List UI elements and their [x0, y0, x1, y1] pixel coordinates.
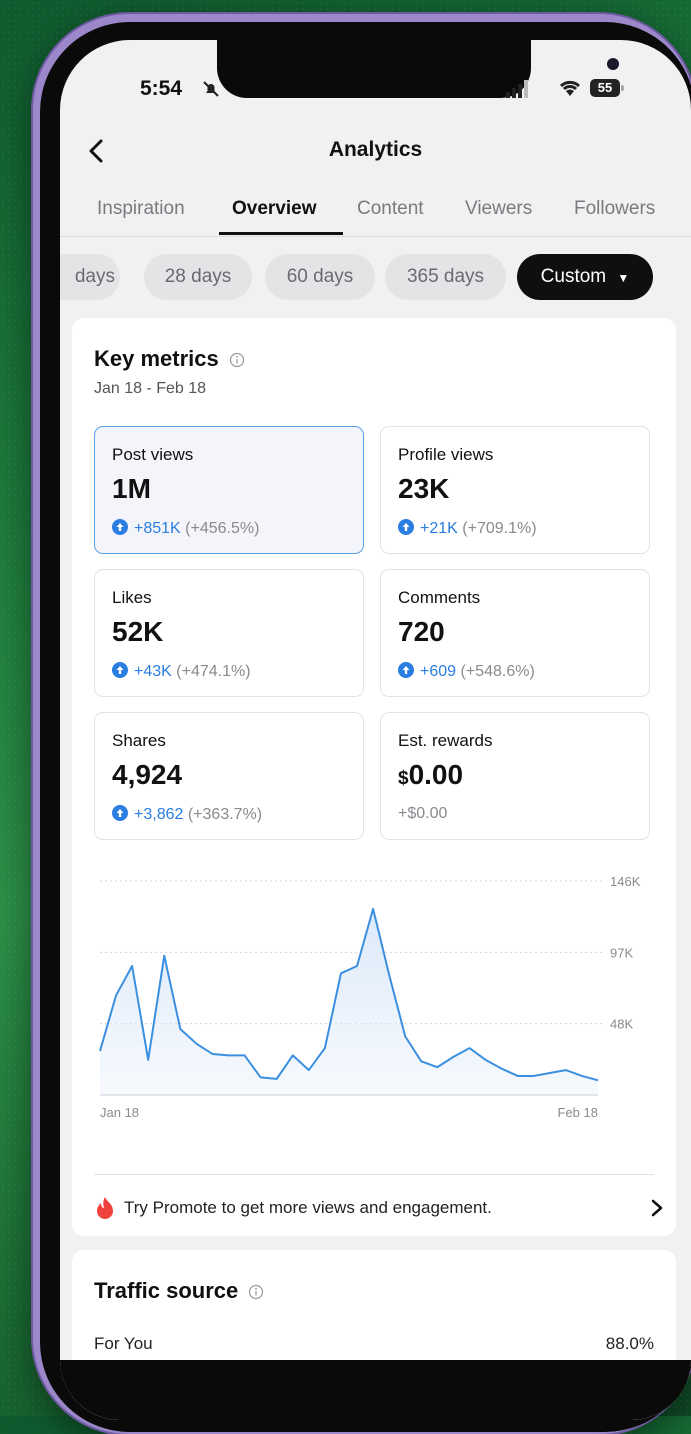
screen-bottom-bezel [60, 1360, 691, 1420]
promo-divider [94, 1174, 654, 1175]
metric-value: 1M [112, 473, 151, 505]
metric-label: Post views [112, 445, 193, 465]
arrow-up-circle-icon [112, 519, 128, 535]
info-icon[interactable] [248, 1284, 264, 1300]
metric-card-likes[interactable]: Likes 52K +43K (+474.1%) [94, 569, 364, 697]
tab-inspiration[interactable]: Inspiration [97, 198, 185, 220]
promote-text: Try Promote to get more views and engage… [124, 1198, 492, 1218]
status-time: 5:54 [140, 77, 182, 101]
chip-7-days[interactable]: days [60, 254, 120, 300]
tab-bar: Inspiration Overview Content Viewers Fol… [60, 190, 691, 234]
y-tick-label: 97K [610, 945, 633, 960]
battery-icon: 55 [590, 79, 624, 97]
arrow-up-circle-icon [112, 662, 128, 678]
traffic-source-title-text: Traffic source [94, 1278, 238, 1303]
metric-value-amount: 0.00 [409, 759, 464, 790]
currency-symbol: $ [398, 768, 409, 789]
metric-delta-value: +3,862 [134, 806, 183, 823]
chip-365-days[interactable]: 365 days [385, 254, 506, 300]
metric-delta: +21K (+709.1%) [398, 519, 537, 538]
traffic-source-row: For You 88.0% [94, 1334, 654, 1354]
metric-delta-value: +851K [134, 520, 181, 537]
post-views-chart: 146K 97K 48K Jan 18 Feb 18 [72, 863, 676, 1128]
tab-content[interactable]: Content [357, 198, 424, 220]
metric-label: Likes [112, 588, 152, 608]
info-icon[interactable] [229, 352, 245, 368]
wifi-icon [558, 78, 582, 98]
key-metrics-title-text: Key metrics [94, 346, 219, 371]
metric-value: 720 [398, 616, 445, 648]
battery-level: 55 [590, 79, 620, 97]
silent-bell-icon [202, 80, 220, 98]
active-tab-underline [219, 232, 343, 235]
caret-down-icon: ▼ [617, 271, 629, 285]
metric-card-shares[interactable]: Shares 4,924 +3,862 (+363.7%) [94, 712, 364, 840]
chip-28-days[interactable]: 28 days [144, 254, 252, 300]
page-title: Analytics [60, 138, 691, 162]
chip-60-days[interactable]: 60 days [265, 254, 375, 300]
metric-card-comments[interactable]: Comments 720 +609 (+548.6%) [380, 569, 650, 697]
x-tick-label: Jan 18 [100, 1105, 139, 1120]
tabs-divider [60, 236, 691, 237]
metric-delta: +851K (+456.5%) [112, 519, 259, 538]
promote-banner[interactable]: Try Promote to get more views and engage… [94, 1188, 664, 1232]
metric-label: Profile views [398, 445, 493, 465]
metric-delta: +609 (+548.6%) [398, 662, 535, 681]
metric-value: 52K [112, 616, 163, 648]
metric-delta: +$0.00 [398, 805, 447, 823]
metric-delta-pct: (+474.1%) [176, 663, 250, 680]
flame-icon [94, 1196, 116, 1220]
y-tick-label: 146K [610, 874, 641, 889]
metric-delta: +43K (+474.1%) [112, 662, 251, 681]
key-metrics-card: Key metrics Jan 18 - Feb 18 Post views 1… [72, 318, 676, 1236]
metric-value: 4,924 [112, 759, 182, 791]
arrow-up-circle-icon [398, 662, 414, 678]
metric-delta-pct: (+709.1%) [462, 520, 536, 537]
chevron-right-icon [650, 1198, 664, 1218]
metric-delta: +3,862 (+363.7%) [112, 805, 262, 824]
tab-followers[interactable]: Followers [574, 198, 655, 220]
date-range: Jan 18 - Feb 18 [94, 380, 206, 398]
metric-delta-pct: (+548.6%) [461, 663, 535, 680]
camera-icon [607, 58, 619, 70]
key-metrics-title: Key metrics [94, 346, 245, 372]
metric-delta-pct: (+456.5%) [185, 520, 259, 537]
metric-label: Est. rewards [398, 731, 492, 751]
metric-delta-pct: (+363.7%) [188, 806, 262, 823]
arrow-up-circle-icon [398, 519, 414, 535]
signal-icon [506, 80, 530, 98]
dynamic-island [217, 40, 531, 98]
chip-custom-label: Custom [541, 266, 606, 287]
phone-screen: 5:54 55 Analytics Inspiration Overview C… [60, 40, 691, 1420]
metric-value: $0.00 [398, 759, 463, 791]
metric-delta-value: +609 [420, 663, 456, 680]
x-tick-label: Feb 18 [558, 1105, 598, 1120]
arrow-up-circle-icon [112, 805, 128, 821]
metric-card-est-rewards[interactable]: Est. rewards $0.00 +$0.00 [380, 712, 650, 840]
metric-delta-value: +21K [420, 520, 458, 537]
metric-card-post-views[interactable]: Post views 1M +851K (+456.5%) [94, 426, 364, 554]
tab-viewers[interactable]: Viewers [465, 198, 532, 220]
metric-value: 23K [398, 473, 449, 505]
traffic-source-label: For You [94, 1334, 153, 1353]
metric-label: Comments [398, 588, 480, 608]
traffic-source-value: 88.0% [606, 1334, 654, 1354]
traffic-source-title: Traffic source [94, 1278, 264, 1304]
metric-card-profile-views[interactable]: Profile views 23K +21K (+709.1%) [380, 426, 650, 554]
metric-label: Shares [112, 731, 166, 751]
y-tick-label: 48K [610, 1017, 633, 1032]
tab-overview[interactable]: Overview [232, 198, 317, 220]
chip-custom[interactable]: Custom ▼ [517, 254, 653, 300]
metric-delta-value: +43K [134, 663, 172, 680]
